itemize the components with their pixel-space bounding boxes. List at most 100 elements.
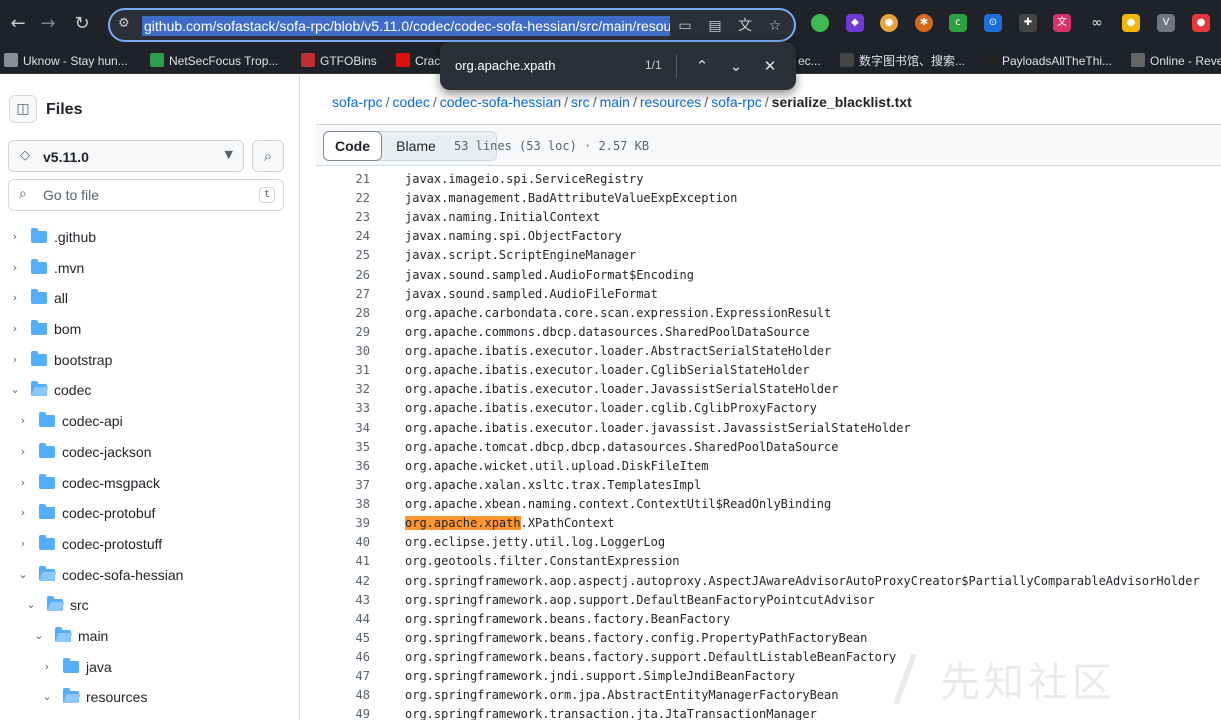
bookmark-item[interactable]: Online - Reve [1131, 52, 1221, 70]
chevron-right-icon[interactable]: › [8, 290, 22, 306]
chevron-right-icon[interactable]: › [16, 505, 30, 521]
chevron-down-icon[interactable]: ⌄ [16, 567, 30, 583]
translate-icon[interactable]: 文 [734, 15, 756, 37]
chevron-right-icon[interactable]: › [16, 444, 30, 460]
extension-red-icon[interactable]: ● [1192, 14, 1210, 32]
branch-selector[interactable]: ◇ v5.11.0 ▼ [8, 140, 244, 172]
tree-item[interactable]: › codec-api [0, 406, 299, 437]
line-number[interactable]: 27 [316, 285, 370, 304]
extension-badge-icon[interactable]: c [949, 14, 967, 32]
line-number[interactable]: 36 [316, 457, 370, 476]
extension-orange-icon[interactable]: ● [880, 14, 898, 32]
chevron-right-icon[interactable]: › [16, 475, 30, 491]
reload-icon[interactable]: ↻ [70, 12, 94, 36]
line-number[interactable]: 31 [316, 361, 370, 380]
breadcrumb-link[interactable]: main [600, 94, 630, 110]
tree-item[interactable]: ⌄ resources [0, 682, 299, 713]
bookmark-item[interactable]: PayloadsAllTheThi... [983, 52, 1112, 70]
bookmark-item[interactable]: ec... [798, 52, 821, 70]
cast-icon[interactable]: ▭ [674, 15, 696, 37]
page-icon[interactable]: ▤ [704, 15, 726, 37]
find-close-icon[interactable]: ✕ [758, 54, 782, 78]
tree-item[interactable]: › .mvn [0, 253, 299, 284]
bookmark-item[interactable]: GTFOBins [301, 52, 377, 70]
line-number[interactable]: 30 [316, 342, 370, 361]
bookmark-star-icon[interactable]: ☆ [764, 15, 786, 37]
line-number[interactable]: 21 [316, 170, 370, 189]
tab-blame[interactable]: Blame [384, 132, 448, 160]
tree-item[interactable]: › bom [0, 314, 299, 345]
tab-code[interactable]: Code [323, 131, 382, 161]
tree-item[interactable]: ⌄ codec [0, 375, 299, 406]
line-number[interactable]: 39 [316, 514, 370, 533]
chevron-down-icon[interactable]: ⌄ [8, 382, 22, 398]
tree-item[interactable]: › codec-msgpack [0, 468, 299, 499]
bookmark-item[interactable]: Uknow - Stay hun... [4, 52, 128, 70]
line-number[interactable]: 29 [316, 323, 370, 342]
extension-purple-icon[interactable]: ◆ [846, 14, 864, 32]
extension-scan-icon[interactable]: ⊙ [984, 14, 1002, 32]
chevron-down-icon[interactable]: ⌄ [24, 597, 38, 613]
go-to-file-box[interactable]: ⌕ t [8, 179, 284, 211]
extension-green-icon[interactable] [811, 14, 829, 32]
chevron-down-icon[interactable]: ⌄ [40, 689, 54, 705]
chevron-right-icon[interactable]: › [8, 321, 22, 337]
tree-item[interactable]: › java [0, 652, 299, 683]
line-number[interactable]: 49 [316, 705, 370, 720]
bookmark-item[interactable]: 数字图书馆、搜索... [840, 52, 965, 70]
tree-item[interactable]: ⌄ codec-sofa-hessian [0, 560, 299, 591]
line-number[interactable]: 48 [316, 686, 370, 705]
tree-item[interactable]: › .github [0, 222, 299, 253]
line-number[interactable]: 25 [316, 246, 370, 265]
tree-item[interactable]: ⌄ src [0, 590, 299, 621]
breadcrumb-link[interactable]: codec [392, 94, 429, 110]
breadcrumb-link[interactable]: codec-sofa-hessian [440, 94, 561, 110]
chevron-right-icon[interactable]: › [8, 352, 22, 368]
extension-yellow-icon[interactable]: ● [1122, 14, 1140, 32]
line-number[interactable]: 46 [316, 648, 370, 667]
line-number[interactable]: 23 [316, 208, 370, 227]
url-text[interactable]: github.com/sofastack/sofa-rpc/blob/v5.11… [142, 16, 670, 36]
tree-item[interactable]: › bootstrap [0, 345, 299, 376]
find-input[interactable]: org.apache.xpath [455, 58, 555, 73]
forward-icon[interactable]: → [36, 12, 60, 36]
chevron-right-icon[interactable]: › [16, 536, 30, 552]
collapse-sidebar-icon[interactable]: ◫ [9, 95, 37, 123]
line-number[interactable]: 33 [316, 399, 370, 418]
line-number[interactable]: 22 [316, 189, 370, 208]
extension-puzzle-icon[interactable]: ✚ [1019, 14, 1037, 32]
line-number[interactable]: 34 [316, 419, 370, 438]
line-number[interactable]: 44 [316, 610, 370, 629]
line-number[interactable]: 24 [316, 227, 370, 246]
site-settings-icon[interactable]: ⚙ [118, 16, 130, 31]
line-number[interactable]: 47 [316, 667, 370, 686]
line-number[interactable]: 28 [316, 304, 370, 323]
extension-v-icon[interactable]: V [1157, 14, 1175, 32]
address-bar[interactable]: ⚙ github.com/sofastack/sofa-rpc/blob/v5.… [108, 8, 796, 42]
line-number[interactable]: 41 [316, 552, 370, 571]
chevron-down-icon[interactable]: ⌄ [32, 628, 46, 644]
bookmark-item[interactable]: Crac [396, 52, 440, 70]
search-icon[interactable]: ⌕ [252, 140, 284, 172]
line-number[interactable]: 42 [316, 572, 370, 591]
line-number[interactable]: 35 [316, 438, 370, 457]
tree-item[interactable]: › all [0, 283, 299, 314]
chevron-right-icon[interactable]: › [8, 229, 22, 245]
line-number[interactable]: 32 [316, 380, 370, 399]
breadcrumb-link[interactable]: sofa-rpc [332, 94, 383, 110]
chevron-right-icon[interactable]: › [8, 260, 22, 276]
tree-item[interactable]: › codec-protobuf [0, 498, 299, 529]
tree-item[interactable]: › codec-jackson [0, 437, 299, 468]
go-to-file-input[interactable] [43, 187, 243, 203]
line-number[interactable]: 38 [316, 495, 370, 514]
find-previous-icon[interactable]: ⌃ [690, 54, 714, 78]
find-next-icon[interactable]: ⌄ [724, 54, 748, 78]
line-number[interactable]: 45 [316, 629, 370, 648]
bookmark-item[interactable]: NetSecFocus Trop... [150, 52, 278, 70]
line-number[interactable]: 37 [316, 476, 370, 495]
back-icon[interactable]: ← [6, 12, 30, 36]
chevron-right-icon[interactable]: › [40, 659, 54, 675]
line-number[interactable]: 43 [316, 591, 370, 610]
extension-infinity-icon[interactable]: ∞ [1088, 14, 1106, 32]
extension-cookie-icon[interactable]: ✱ [915, 14, 933, 32]
